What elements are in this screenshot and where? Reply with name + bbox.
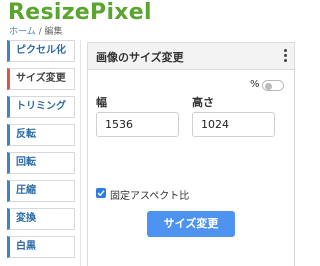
menu-item-resize[interactable]: サイズ変更 (7, 68, 75, 90)
menu-item-pixelate[interactable]: ピクセル化 (7, 40, 75, 62)
resize-panel: 画像のサイズ変更 % 幅 1536 高さ 1024 固定アスペクト比 サイズ変更 (87, 42, 295, 266)
more-options-icon[interactable] (284, 49, 288, 63)
menu-item-flip[interactable]: 反転 (7, 124, 75, 146)
toggle-knob (265, 82, 272, 90)
check-icon (97, 190, 105, 197)
panel-header: 画像のサイズ変更 (88, 43, 294, 70)
height-label: 高さ (192, 96, 214, 109)
width-label: 幅 (96, 96, 107, 109)
menu-item-rotate[interactable]: 回転 (7, 152, 75, 174)
tool-menu: ピクセル化 サイズ変更 トリミング 反転 回転 圧縮 変換 白黒 (7, 40, 75, 264)
menu-item-compress[interactable]: 圧縮 (7, 180, 75, 202)
percent-toggle[interactable] (262, 80, 284, 91)
keep-aspect-checkbox[interactable] (96, 188, 106, 198)
breadcrumb: ホーム / 編集 (9, 24, 63, 37)
width-input[interactable]: 1536 (96, 112, 179, 137)
breadcrumb-current: 編集 (44, 27, 63, 37)
app-logo[interactable]: ResizePixel (8, 0, 152, 25)
panel-title: 画像のサイズ変更 (96, 51, 184, 64)
breadcrumb-separator: / (38, 27, 42, 37)
menu-item-grayscale[interactable]: 白黒 (7, 236, 75, 258)
breadcrumb-home[interactable]: ホーム (9, 27, 36, 37)
menu-item-crop[interactable]: トリミング (7, 96, 75, 118)
height-input[interactable]: 1024 (192, 112, 275, 137)
sidebar-divider (80, 40, 81, 266)
percent-label: % (250, 79, 260, 90)
keep-aspect-label[interactable]: 固定アスペクト比 (110, 187, 189, 202)
menu-item-convert[interactable]: 変換 (7, 208, 75, 230)
resize-submit-button[interactable]: サイズ変更 (147, 211, 235, 237)
